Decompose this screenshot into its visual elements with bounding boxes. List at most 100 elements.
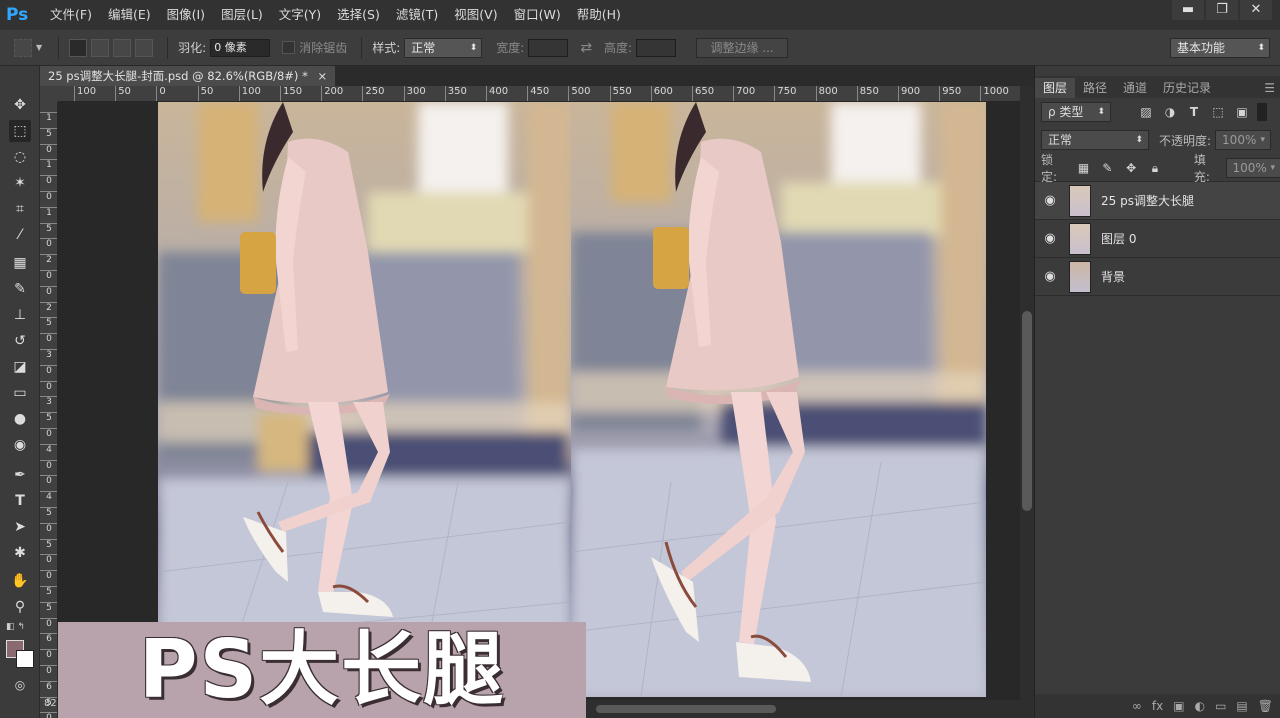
- menu-image[interactable]: 图像(I): [159, 0, 213, 30]
- layer-item[interactable]: ◉ 25 ps调整大长腿: [1035, 182, 1280, 220]
- canvas-area[interactable]: [58, 102, 1020, 702]
- menu-type[interactable]: 文字(Y): [271, 0, 329, 30]
- quick-mask-icon[interactable]: ◎: [9, 674, 31, 696]
- type-tool-icon[interactable]: T: [9, 490, 31, 512]
- menu-file[interactable]: 文件(F): [42, 0, 100, 30]
- style-select[interactable]: 正常 ⬍: [404, 37, 483, 58]
- lock-position-icon[interactable]: ✥: [1122, 159, 1140, 177]
- layer-item[interactable]: ◉ 图层 0: [1035, 220, 1280, 258]
- blur-tool-icon[interactable]: ●: [9, 408, 31, 430]
- new-selection-icon[interactable]: [69, 38, 88, 57]
- background-color-swatch[interactable]: [16, 650, 34, 668]
- eraser-icon[interactable]: ◪: [9, 356, 31, 378]
- horizontal-scrollbar[interactable]: [586, 700, 1034, 718]
- swap-icon[interactable]: ⇄: [580, 40, 592, 56]
- height-input[interactable]: [636, 38, 677, 57]
- fx-icon[interactable]: fx: [1152, 699, 1163, 713]
- ruler-tick-label: 100: [238, 86, 261, 101]
- lock-transparent-icon[interactable]: ▦: [1075, 159, 1093, 177]
- close-window-button[interactable]: ✕: [1240, 0, 1272, 20]
- menu-filter[interactable]: 滤镜(T): [388, 0, 446, 30]
- crop-tool-icon[interactable]: ⌗: [9, 198, 31, 220]
- antialias-checkbox[interactable]: [282, 41, 296, 54]
- vertical-scroll-thumb[interactable]: [1022, 311, 1032, 511]
- horizontal-scroll-thumb[interactable]: [596, 705, 776, 713]
- tab-paths[interactable]: 路径: [1075, 78, 1115, 98]
- layer-item[interactable]: ◉ 背景: [1035, 258, 1280, 296]
- subtract-selection-icon[interactable]: [113, 38, 132, 57]
- width-input[interactable]: [528, 38, 569, 57]
- new-group-icon[interactable]: ▭: [1215, 699, 1226, 713]
- marquee-tool-icon[interactable]: ⬚: [9, 120, 31, 142]
- lock-pixels-icon[interactable]: ✎: [1098, 159, 1116, 177]
- lasso-tool-icon[interactable]: ◌: [9, 146, 31, 168]
- tab-layers[interactable]: 图层: [1035, 78, 1076, 98]
- link-layers-icon[interactable]: ∞: [1132, 699, 1142, 713]
- menu-help[interactable]: 帮助(H): [569, 0, 629, 30]
- menu-select[interactable]: 选择(S): [329, 0, 388, 30]
- ruler-tick-label: 300: [403, 86, 426, 101]
- visibility-eye-icon[interactable]: ◉: [1035, 269, 1065, 284]
- lock-label: 锁定:: [1041, 152, 1058, 184]
- add-mask-icon[interactable]: ▣: [1173, 699, 1184, 713]
- filter-toggle[interactable]: [1257, 103, 1267, 121]
- visibility-eye-icon[interactable]: ◉: [1035, 231, 1065, 246]
- fill-input[interactable]: 100% ▾: [1225, 157, 1280, 178]
- brush-tool-icon[interactable]: ✎: [9, 278, 31, 300]
- magic-wand-icon[interactable]: ✶: [9, 172, 31, 194]
- move-tool-icon[interactable]: ✥: [9, 94, 31, 116]
- ruler-tick-label: 0: [40, 712, 57, 718]
- default-colors-icon[interactable]: ◧ ↰: [6, 622, 25, 632]
- filter-adjustment-icon[interactable]: ◑: [1161, 103, 1179, 121]
- tab-history[interactable]: 历史记录: [1155, 78, 1219, 98]
- filter-smart-icon[interactable]: ▣: [1233, 103, 1251, 121]
- close-tab-icon[interactable]: ×: [317, 69, 327, 83]
- panel-menu-icon[interactable]: ☰: [1258, 78, 1280, 98]
- ruler-tick-label: 900: [898, 86, 920, 101]
- ruler-tick-label: 0: [40, 143, 57, 155]
- ruler-tick-label: 50: [115, 86, 131, 101]
- preset-dropdown-icon[interactable]: ▼: [36, 43, 42, 52]
- new-layer-icon[interactable]: ▤: [1236, 699, 1247, 713]
- intersect-selection-icon[interactable]: [135, 38, 154, 57]
- lock-all-icon[interactable]: 🔒︎: [1146, 159, 1164, 177]
- visibility-eye-icon[interactable]: ◉: [1035, 193, 1065, 208]
- add-selection-icon[interactable]: [91, 38, 110, 57]
- gradient-icon[interactable]: ▭: [9, 382, 31, 404]
- marquee-preset-icon[interactable]: [14, 38, 32, 57]
- filter-pixel-icon[interactable]: ▨: [1137, 103, 1155, 121]
- ruler-tick-label: 850: [856, 86, 879, 101]
- zoom-status[interactable]: 82: [44, 698, 57, 709]
- pen-tool-icon[interactable]: ✒: [9, 464, 31, 486]
- menu-window[interactable]: 窗口(W): [506, 0, 569, 30]
- hand-tool-icon[interactable]: ✋: [9, 570, 31, 592]
- healing-brush-icon[interactable]: ▦: [9, 252, 31, 274]
- refine-edge-button[interactable]: 调整边缘 ...: [696, 37, 789, 58]
- eyedropper-icon[interactable]: ⁄: [9, 224, 31, 246]
- dodge-tool-icon[interactable]: ◉: [9, 434, 31, 456]
- minimize-button[interactable]: ▬: [1172, 0, 1204, 20]
- tab-channels[interactable]: 通道: [1115, 78, 1155, 98]
- chevron-down-icon: ⬍: [1257, 42, 1265, 53]
- document-tab[interactable]: 25 ps调整大长腿-封面.psd @ 82.6%(RGB/8#) * ×: [40, 66, 336, 86]
- path-select-icon[interactable]: ➤: [9, 516, 31, 538]
- shape-tool-icon[interactable]: ✱: [9, 542, 31, 564]
- workspace-select[interactable]: 基本功能 ⬍: [1170, 37, 1270, 58]
- history-brush-icon[interactable]: ↺: [9, 330, 31, 352]
- zoom-tool-icon[interactable]: ⚲: [9, 596, 31, 618]
- opacity-input[interactable]: 100% ▾: [1215, 130, 1272, 150]
- feather-input[interactable]: 0 像素: [210, 38, 271, 57]
- adjustment-layer-icon[interactable]: ◐: [1195, 699, 1205, 713]
- restore-button[interactable]: ❐: [1206, 0, 1238, 20]
- filter-shape-icon[interactable]: ⬚: [1209, 103, 1227, 121]
- menu-view[interactable]: 视图(V): [446, 0, 505, 30]
- vertical-scrollbar[interactable]: [1020, 86, 1034, 702]
- document-canvas[interactable]: [158, 102, 986, 697]
- clone-stamp-icon[interactable]: ⊥: [9, 304, 31, 326]
- trash-icon[interactable]: 🗑: [1258, 699, 1273, 713]
- menu-edit[interactable]: 编辑(E): [100, 0, 159, 30]
- menu-layer[interactable]: 图层(L): [213, 0, 271, 30]
- filter-kind-select[interactable]: ρ 类型 ⬍: [1041, 102, 1111, 122]
- filter-type-icon[interactable]: T: [1185, 103, 1203, 121]
- blend-mode-select[interactable]: 正常 ⬍: [1041, 130, 1149, 150]
